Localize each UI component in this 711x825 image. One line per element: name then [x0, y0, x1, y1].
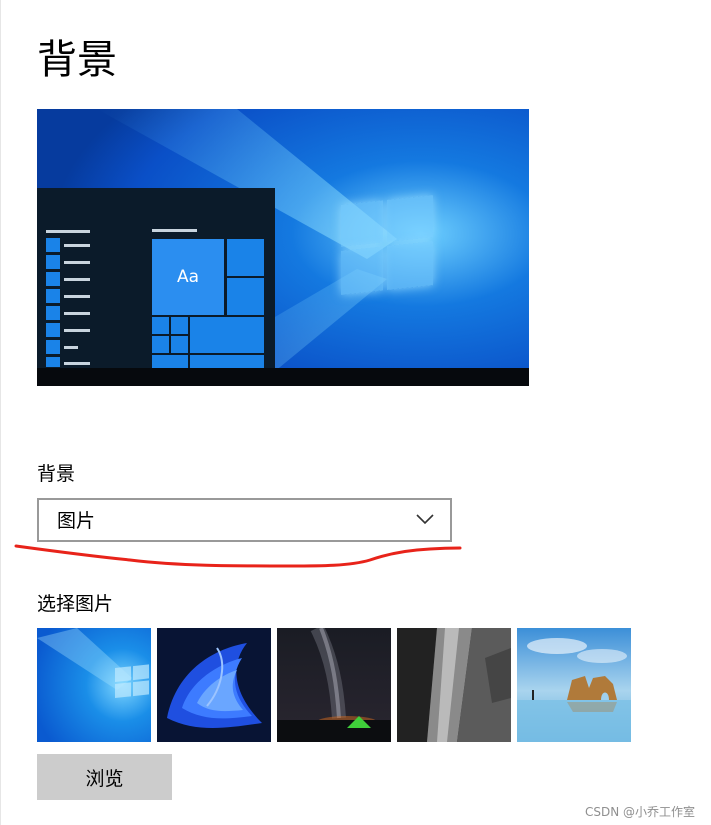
thumbnail-windows-blue-light[interactable]: [37, 628, 151, 742]
app-list-icon: [46, 289, 60, 303]
background-label: 背景: [37, 463, 76, 485]
preview-taskbar: [37, 368, 529, 386]
app-list-icon: [46, 357, 60, 367]
app-list-icon: [46, 340, 60, 354]
window-left-border: [0, 0, 1, 825]
thumbnail-beach-rock-arch[interactable]: [517, 628, 631, 742]
page-title: 背景: [37, 37, 117, 83]
background-type-dropdown[interactable]: 图片: [37, 498, 452, 542]
preview-sample-text: Aa: [152, 239, 224, 315]
windows-logo-icon: [341, 195, 433, 297]
app-list-icon: [46, 272, 60, 286]
watermark: CSDN @小乔工作室: [585, 805, 696, 819]
chevron-down-icon: [416, 514, 434, 525]
app-list-icon: [46, 255, 60, 269]
thumbnail-blue-bloom[interactable]: [157, 628, 271, 742]
thumbnail-milky-way-tent[interactable]: [277, 628, 391, 742]
app-list-icon: [46, 323, 60, 337]
thumbnail-rock-waterfall[interactable]: [397, 628, 511, 742]
app-list-icon: [46, 306, 60, 320]
preview-start-menu: Aa: [37, 188, 275, 369]
choose-picture-label: 选择图片: [37, 593, 114, 615]
app-list-icon: [46, 238, 60, 252]
dropdown-selected-value: 图片: [57, 510, 96, 532]
browse-button[interactable]: 浏览: [37, 754, 172, 800]
desktop-preview: Aa: [37, 109, 529, 386]
